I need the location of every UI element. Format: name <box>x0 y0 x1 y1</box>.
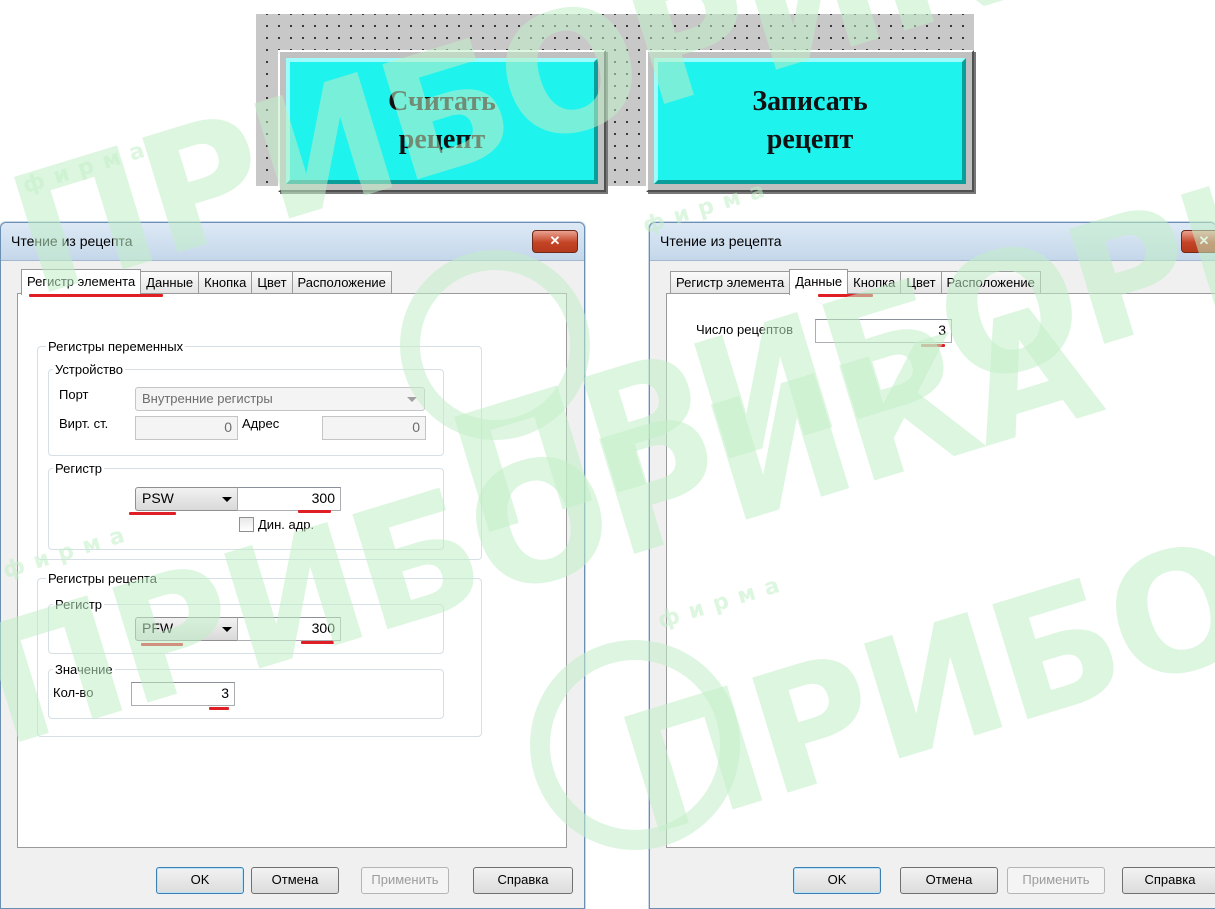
read-recipe-button-label: Считать рецепт <box>286 58 598 184</box>
tab-highlight-underline <box>818 294 873 297</box>
virtual-station-field[interactable]: 0 <box>135 416 238 440</box>
pfw-register-value: PFW <box>142 620 174 636</box>
recipe-register-group: Регистр PFW 300 <box>48 597 444 654</box>
left-dialog-titlebar[interactable]: Чтение из рецепта ✕ <box>1 223 584 261</box>
tab-data[interactable]: Данные <box>789 269 849 295</box>
tab-element-register[interactable]: Регистр элемента <box>670 271 791 294</box>
psw-address-field[interactable]: 300 <box>237 487 341 511</box>
pfw-register-dropdown[interactable]: PFW <box>135 617 240 641</box>
tab-element-register[interactable]: Регистр элемента <box>21 269 142 295</box>
psw-register-value: PSW <box>142 490 174 506</box>
recipes-count-label: Число рецептов <box>696 322 793 337</box>
right-dialog-client: Регистр элемента Данные Кнопка Цвет Расп… <box>658 261 1215 866</box>
tab-color[interactable]: Цвет <box>251 271 293 294</box>
right-tab-strip: Регистр элемента Данные Кнопка Цвет Расп… <box>670 269 1041 295</box>
tab-button[interactable]: Кнопка <box>198 271 253 294</box>
close-icon: ✕ <box>549 233 561 248</box>
ok-button[interactable]: OK <box>793 867 881 894</box>
left-dialog-window: Чтение из рецепта ✕ Регистр элемента Дан… <box>0 222 585 909</box>
port-label: Порт <box>59 387 89 402</box>
variable-registers-group: Регистры переменных Устройство Порт Внут… <box>37 339 482 560</box>
tab-data[interactable]: Данные <box>140 271 200 294</box>
dynamic-address-checkbox[interactable] <box>239 517 254 532</box>
cancel-button[interactable]: Отмена <box>900 867 998 894</box>
port-value: Внутренние регистры <box>142 391 273 406</box>
read-recipe-button[interactable]: Считать рецепт <box>278 50 606 192</box>
dynamic-address-label: Дин. адр. <box>258 517 315 532</box>
recipes-count-underline <box>921 344 945 347</box>
hmi-canvas: Считать рецепт Записать рецепт <box>256 14 974 192</box>
tab-position[interactable]: Расположение <box>940 271 1041 294</box>
help-button[interactable]: Справка <box>473 867 573 894</box>
pfw-highlight-underline <box>141 643 183 646</box>
recipe-registers-title: Регистры рецепта <box>46 571 160 586</box>
address-label: Адрес <box>242 416 280 431</box>
right-dialog-window: Чтение из рецепта ✕ Регистр элемента Дан… <box>649 222 1215 909</box>
port-dropdown[interactable]: Внутренние регистры <box>135 387 425 411</box>
left-tab-panel: Регистры переменных Устройство Порт Внут… <box>17 293 567 848</box>
psw-highlight-underline <box>129 512 176 515</box>
recipe-value-title: Значение <box>53 662 115 677</box>
chevron-down-icon <box>222 627 232 632</box>
left-dialog-client: Регистр элемента Данные Кнопка Цвет Расп… <box>9 261 576 866</box>
device-title: Устройство <box>53 362 126 377</box>
count-label: Кол-во <box>53 685 94 700</box>
chevron-down-icon <box>222 497 232 502</box>
recipe-registers-group: Регистры рецепта Регистр PFW 300 Значени… <box>37 571 482 737</box>
psw-register-dropdown[interactable]: PSW <box>135 487 240 511</box>
count-underline <box>209 707 229 710</box>
virtual-station-label: Вирт. ст. <box>59 416 109 431</box>
left-tab-strip: Регистр элемента Данные Кнопка Цвет Расп… <box>21 269 392 295</box>
apply-button[interactable]: Применить <box>1007 867 1105 894</box>
right-dialog-title: Чтение из рецепта <box>660 233 782 249</box>
tab-position[interactable]: Расположение <box>291 271 392 294</box>
right-dialog-titlebar[interactable]: Чтение из рецепта ✕ <box>650 223 1215 261</box>
tab-highlight-underline <box>29 294 163 297</box>
chevron-down-icon <box>407 397 417 402</box>
ok-button[interactable]: OK <box>156 867 244 894</box>
recipe-register-title: Регистр <box>53 597 105 612</box>
recipes-count-field[interactable]: 3 <box>815 319 952 343</box>
address-field[interactable]: 0 <box>322 416 426 440</box>
write-recipe-button[interactable]: Записать рецепт <box>646 50 974 192</box>
pfw-address-field[interactable]: 300 <box>237 617 341 641</box>
help-button[interactable]: Справка <box>1122 867 1215 894</box>
count-field[interactable]: 3 <box>131 682 235 706</box>
tab-color[interactable]: Цвет <box>900 271 942 294</box>
left-close-button[interactable]: ✕ <box>532 230 578 253</box>
right-close-button[interactable]: ✕ <box>1181 230 1215 253</box>
left-dialog-title: Чтение из рецепта <box>11 233 133 249</box>
cancel-button[interactable]: Отмена <box>251 867 339 894</box>
device-group: Устройство Порт Внутренние регистры Вирт… <box>48 362 444 456</box>
variable-registers-title: Регистры переменных <box>46 339 186 354</box>
tab-button[interactable]: Кнопка <box>847 271 902 294</box>
variable-register-title: Регистр <box>53 461 105 476</box>
recipe-value-group: Значение Кол-во 3 <box>48 662 444 719</box>
close-icon: ✕ <box>1198 233 1210 248</box>
variable-register-group: Регистр PSW 300 Дин. адр. <box>48 461 444 550</box>
psw-address-underline <box>298 510 331 513</box>
pfw-address-underline <box>301 641 334 644</box>
watermark-small-text: фирма <box>20 135 158 199</box>
right-tab-panel: Число рецептов 3 <box>666 293 1215 848</box>
write-recipe-button-label: Записать рецепт <box>654 58 966 184</box>
apply-button[interactable]: Применить <box>361 867 449 894</box>
